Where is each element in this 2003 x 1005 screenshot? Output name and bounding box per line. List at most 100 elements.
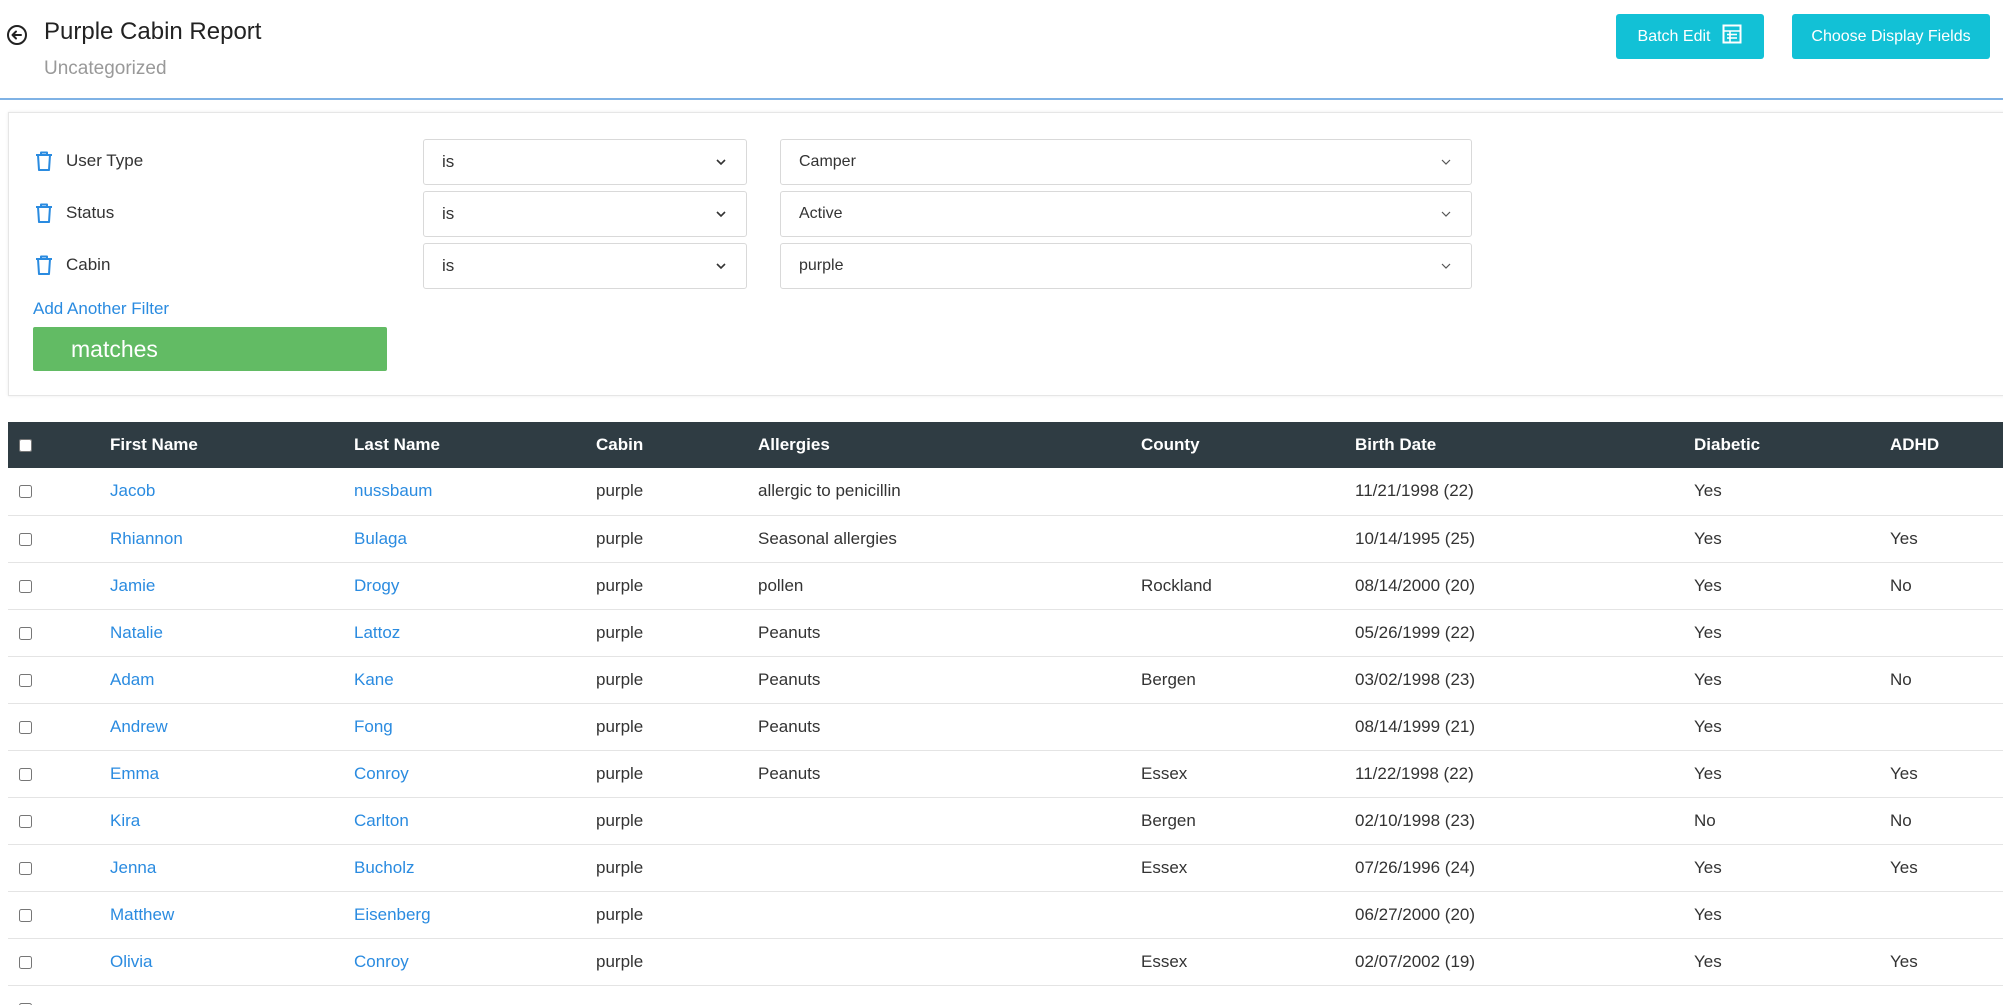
- table-row: Natalie Lattoz purple Peanuts 05/26/1999 (22…: [8, 609, 2003, 656]
- first-name-link[interactable]: [110, 985, 354, 1005]
- first-name-link[interactable]: Rhiannon: [110, 515, 354, 562]
- column-header-diabetic[interactable]: Diabetic: [1694, 422, 1890, 468]
- adhd-cell: No: [1890, 669, 1912, 689]
- add-another-filter-link[interactable]: Add Another Filter: [33, 299, 169, 319]
- last-name-link[interactable]: Fong: [354, 703, 596, 750]
- column-header-last-name[interactable]: Last Name: [354, 422, 596, 468]
- row-select-cell: [8, 985, 110, 1005]
- allergies-cell: pollen: [758, 575, 804, 595]
- chevron-down-icon: [716, 211, 726, 218]
- first-name-link[interactable]: Andrew: [110, 703, 354, 750]
- adhd-cell: [1890, 609, 2003, 656]
- row-select-cell: [8, 844, 110, 891]
- row-checkbox[interactable]: [19, 908, 32, 922]
- filter-value-select[interactable]: purple: [780, 243, 1472, 289]
- last-name-link[interactable]: Conroy: [354, 938, 596, 985]
- first-name-link[interactable]: Jenna: [110, 844, 354, 891]
- filter-value-select[interactable]: Active: [780, 191, 1472, 237]
- batch-edit-button[interactable]: Batch Edit: [1616, 14, 1764, 59]
- row-checkbox[interactable]: [19, 720, 32, 734]
- allergies-cell: [758, 985, 1141, 1005]
- table-grid-icon: [1722, 24, 1742, 49]
- choose-display-fields-button[interactable]: Choose Display Fields: [1792, 14, 1990, 59]
- diabetic-cell: Yes: [1694, 622, 1722, 642]
- cabin-cell: purple: [596, 716, 644, 736]
- row-checkbox[interactable]: [19, 955, 32, 969]
- chevron-down-icon: [716, 263, 726, 270]
- row-checkbox[interactable]: [19, 767, 32, 781]
- column-header-allergies[interactable]: Allergies: [758, 422, 1141, 468]
- page-title: Purple Cabin Report: [44, 18, 262, 45]
- trash-icon[interactable]: [33, 150, 55, 172]
- table-row: Matthew Eisenberg purple 06/27/2000 (20) Yes: [8, 891, 2003, 938]
- filter-operator-value: is: [442, 256, 455, 275]
- row-select-cell: [8, 468, 110, 515]
- first-name-link[interactable]: Olivia: [110, 938, 354, 985]
- row-checkbox[interactable]: [19, 673, 32, 687]
- last-name-link[interactable]: nussbaum: [354, 468, 596, 515]
- row-checkbox[interactable]: [19, 861, 32, 875]
- first-name-link[interactable]: Matthew: [110, 891, 354, 938]
- last-name-link[interactable]: Eisenberg: [354, 891, 596, 938]
- first-name-link[interactable]: Adam: [110, 656, 354, 703]
- last-name-link[interactable]: Lattoz: [354, 609, 596, 656]
- filter-value-select[interactable]: Camper: [780, 139, 1472, 185]
- filter-row: Cabin is purple: [9, 243, 1509, 289]
- chevron-down-icon: [716, 159, 726, 166]
- first-name-link[interactable]: Natalie: [110, 609, 354, 656]
- page-subtitle: Uncategorized: [44, 58, 167, 79]
- diabetic-cell: Yes: [1694, 575, 1722, 595]
- cabin-cell: purple: [596, 481, 644, 501]
- row-checkbox[interactable]: [19, 814, 32, 828]
- last-name-link[interactable]: Kane: [354, 656, 596, 703]
- table-row: Jacob nussbaum purple allergic to penicilli…: [8, 468, 2003, 515]
- adhd-cell: Yes: [1890, 528, 1918, 548]
- allergies-cell: Peanuts: [758, 763, 821, 783]
- row-checkbox[interactable]: [19, 485, 32, 499]
- adhd-cell: Yes: [1890, 763, 1918, 783]
- last-name-link[interactable]: Bulaga: [354, 515, 596, 562]
- column-header-birth-date[interactable]: Birth Date: [1355, 422, 1694, 468]
- row-checkbox[interactable]: [19, 532, 32, 546]
- county-cell: Essex: [1141, 857, 1188, 877]
- column-header-first-name[interactable]: First Name: [110, 422, 354, 468]
- select-all-checkbox[interactable]: [19, 439, 32, 453]
- first-name-link[interactable]: Jacob: [110, 468, 354, 515]
- allergies-cell: Seasonal allergies: [758, 528, 897, 548]
- column-header-county[interactable]: County: [1141, 422, 1355, 468]
- cabin-cell: purple: [596, 763, 644, 783]
- adhd-cell: Yes: [1890, 857, 1918, 877]
- county-cell: Bergen: [1141, 810, 1196, 830]
- trash-icon[interactable]: [33, 202, 55, 224]
- trash-icon[interactable]: [33, 254, 55, 276]
- first-name-link[interactable]: Kira: [110, 797, 354, 844]
- cabin-cell: purple: [596, 951, 644, 971]
- row-select-cell: [8, 609, 110, 656]
- last-name-link[interactable]: [354, 985, 596, 1005]
- results-table-container: First Name Last Name Cabin Allergies Cou…: [8, 422, 2003, 1005]
- county-cell: [1141, 703, 1355, 750]
- last-name-link[interactable]: Carlton: [354, 797, 596, 844]
- column-header-cabin[interactable]: Cabin: [596, 422, 758, 468]
- row-checkbox[interactable]: [19, 626, 32, 640]
- filter-panel: User Type is Camper Status is Active Cab…: [8, 112, 2003, 396]
- county-cell: [1141, 891, 1355, 938]
- adhd-cell: [1890, 985, 2003, 1005]
- first-name-link[interactable]: Emma: [110, 750, 354, 797]
- diabetic-cell: Yes: [1694, 904, 1722, 924]
- adhd-cell: [1890, 891, 2003, 938]
- filter-operator-value: is: [442, 204, 455, 223]
- column-header-adhd[interactable]: ADHD: [1890, 422, 2003, 468]
- last-name-link[interactable]: Bucholz: [354, 844, 596, 891]
- filter-operator-select[interactable]: is: [423, 243, 747, 289]
- back-arrow-icon[interactable]: [6, 24, 28, 46]
- last-name-link[interactable]: Conroy: [354, 750, 596, 797]
- county-cell: Essex: [1141, 951, 1188, 971]
- last-name-link[interactable]: Drogy: [354, 562, 596, 609]
- matches-button[interactable]: matches: [33, 327, 387, 371]
- table-row: Olivia Conroy purple Essex 02/07/2002 (19) Ye…: [8, 938, 2003, 985]
- filter-operator-select[interactable]: is: [423, 191, 747, 237]
- first-name-link[interactable]: Jamie: [110, 562, 354, 609]
- filter-operator-select[interactable]: is: [423, 139, 747, 185]
- row-checkbox[interactable]: [19, 579, 32, 593]
